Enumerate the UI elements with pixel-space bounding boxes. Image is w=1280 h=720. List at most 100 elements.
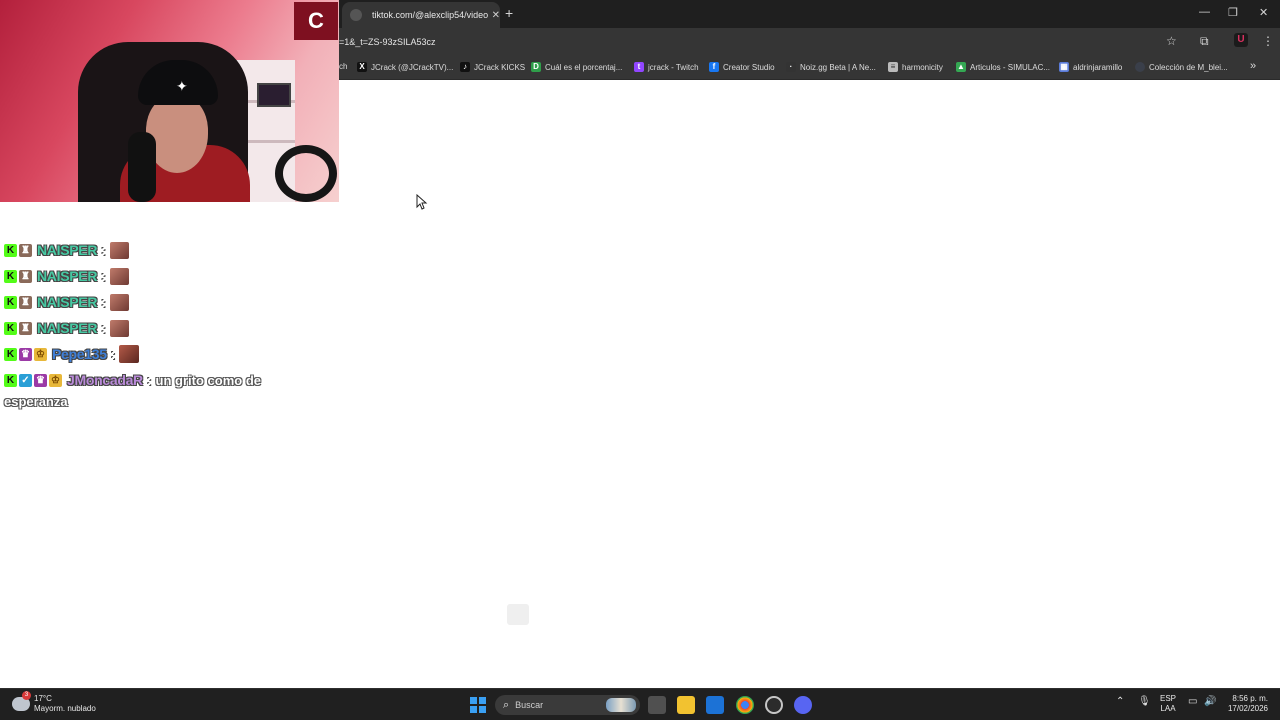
- microphone-icon: [128, 132, 156, 202]
- sub-badge-icon: ♛: [19, 347, 32, 361]
- cloud-icon: 3: [12, 691, 31, 711]
- chat-username: NAISPER: [37, 320, 98, 336]
- bookmark-label: Cuál es el porcentaj...: [545, 62, 623, 72]
- new-tab-button[interactable]: +: [505, 5, 513, 21]
- maximize-button[interactable]: ❐: [1228, 6, 1238, 19]
- bookmark-label: JCrack KICKS: [474, 62, 526, 72]
- browser-tab-active[interactable]: tiktok.com/@alexclip54/video/ ✕: [342, 2, 500, 28]
- facebook-icon: f: [709, 62, 719, 72]
- tiktok-favicon-icon: [350, 9, 362, 21]
- chat-username: JMoncadaR: [67, 372, 143, 388]
- file-explorer-icon[interactable]: [677, 696, 695, 714]
- verified-badge-icon: ✓: [19, 373, 32, 387]
- system-clock[interactable]: 8:56 p. m. 17/02/2026: [1224, 694, 1268, 714]
- extension-u-icon[interactable]: U: [1234, 33, 1248, 47]
- twitch-icon: t: [634, 62, 644, 72]
- bookmark-label: ch: [339, 62, 348, 71]
- kick-badge-icon: K: [4, 269, 17, 283]
- noiz-icon: ·: [786, 62, 796, 72]
- minimize-button[interactable]: —: [1199, 6, 1210, 18]
- x-icon: X: [357, 62, 367, 72]
- extensions-icon[interactable]: ⧉: [1200, 34, 1209, 49]
- bookmark-item[interactable]: ▦ aldrinjaramillo: [1059, 62, 1122, 72]
- background-monitor: [257, 83, 291, 107]
- browser-menu-icon[interactable]: ⋮: [1262, 34, 1274, 48]
- channel-logo: C: [294, 2, 338, 40]
- volume-icon[interactable]: 🔊: [1204, 696, 1216, 707]
- chat-message: K ♜ NAISPER :: [4, 292, 129, 312]
- search-highlight-image: [606, 698, 636, 712]
- chat-username: NAISPER: [37, 268, 98, 284]
- search-placeholder: Buscar: [515, 700, 544, 710]
- bookmark-star-icon[interactable]: ☆: [1166, 34, 1177, 48]
- chat-message: K ♜ NAISPER :: [4, 240, 129, 260]
- bookmark-item[interactable]: ♪ JCrack KICKS: [460, 62, 525, 72]
- bookmark-label: aldrinjaramillo: [1073, 62, 1123, 72]
- emote-icon: [109, 241, 129, 259]
- start-tile: [470, 706, 477, 713]
- mod-badge-icon: ♜: [19, 321, 32, 335]
- bookmark-label: Creator Studio: [723, 62, 775, 72]
- bookmark-item[interactable]: X JCrack (@JCrackTV)...: [357, 62, 453, 72]
- start-button[interactable]: [470, 697, 486, 713]
- crown-badge-icon: ♔: [49, 373, 62, 387]
- start-tile: [479, 697, 486, 704]
- chrome-icon[interactable]: [736, 696, 754, 714]
- mod-badge-icon: ♜: [19, 269, 32, 283]
- language-code: ESP: [1160, 694, 1177, 703]
- weather-description: Mayorm. nublado: [34, 704, 96, 713]
- more-bookmarks-icon[interactable]: »: [1250, 60, 1256, 72]
- search-icon: ⌕: [503, 698, 510, 711]
- task-view-icon[interactable]: [648, 696, 666, 714]
- weather-temperature: 17°C: [34, 694, 52, 703]
- kick-badge-icon: K: [4, 347, 17, 361]
- weather-widget[interactable]: 3 17°C Mayorm. nublado: [12, 691, 96, 714]
- bookmark-label: Noiz.gg Beta | A Ne...: [800, 62, 876, 72]
- chat-colon: :: [146, 372, 152, 388]
- bookmark-label: Articulos - SIMULAC...: [970, 62, 1051, 72]
- chat-colon: :: [110, 346, 116, 362]
- notification-badge: 3: [22, 691, 31, 700]
- kick-badge-icon: K: [4, 295, 17, 309]
- obs-icon[interactable]: [765, 696, 783, 714]
- kick-badge-icon: K: [4, 243, 17, 257]
- chat-message-continuation: esperanza: [4, 393, 68, 411]
- mail-icon[interactable]: [706, 696, 724, 714]
- tab-close-icon[interactable]: ✕: [492, 10, 500, 21]
- taskbar-search[interactable]: ⌕ Buscar: [495, 695, 640, 715]
- emote-icon: [109, 267, 129, 285]
- kick-badge-icon: K: [4, 373, 17, 387]
- address-bar[interactable]: =1&_t=ZS-93zSILA53cz: [339, 37, 436, 47]
- bookmark-item[interactable]: ch: [339, 62, 347, 71]
- mouse-cursor-icon: [416, 194, 428, 210]
- close-window-button[interactable]: ✕: [1259, 6, 1268, 19]
- windows-taskbar: 3 17°C Mayorm. nublado ⌕ Buscar ⌃ 🎙 ESP …: [0, 688, 1280, 720]
- bookmark-item[interactable]: t jcrack - Twitch: [634, 62, 699, 72]
- bookmark-item[interactable]: Colección de M_blei...: [1135, 62, 1228, 72]
- loading-placeholder: [507, 604, 529, 625]
- kick-badge-icon: K: [4, 321, 17, 335]
- clock-date: 17/02/2026: [1227, 704, 1268, 713]
- chat-message: K ♜ NAISPER :: [4, 318, 129, 338]
- racing-wheel: [275, 145, 337, 202]
- bookmark-item[interactable]: ▲ Articulos - SIMULAC...: [956, 62, 1050, 72]
- microphone-tray-icon[interactable]: 🎙: [1138, 696, 1151, 707]
- circle-icon: [1135, 62, 1145, 72]
- network-icon[interactable]: ▭: [1188, 696, 1197, 707]
- tray-overflow-icon[interactable]: ⌃: [1116, 696, 1124, 707]
- discord-icon[interactable]: [794, 696, 812, 714]
- language-indicator[interactable]: ESP LAA: [1160, 694, 1176, 714]
- bookmark-item[interactable]: D Cuál es el porcentaj...: [531, 62, 622, 72]
- bookmark-item[interactable]: ≡ harmonicity: [888, 62, 943, 72]
- bookmark-item[interactable]: · Noiz.gg Beta | A Ne...: [786, 62, 876, 72]
- mod-badge-icon: ♜: [19, 295, 32, 309]
- emote-icon: [109, 319, 129, 337]
- chat-colon: :: [101, 320, 106, 336]
- chat-message: K ♛ ♔ Pepe135 :: [4, 344, 140, 364]
- drive-icon: ▲: [956, 62, 966, 72]
- chat-colon: :: [101, 294, 106, 310]
- screen: tiktok.com/@alexclip54/video/ ✕ + — ❐ ✕ …: [0, 0, 1280, 720]
- chat-message-text: un grito como de: [155, 372, 261, 388]
- start-tile: [479, 706, 486, 713]
- bookmark-item[interactable]: f Creator Studio: [709, 62, 775, 72]
